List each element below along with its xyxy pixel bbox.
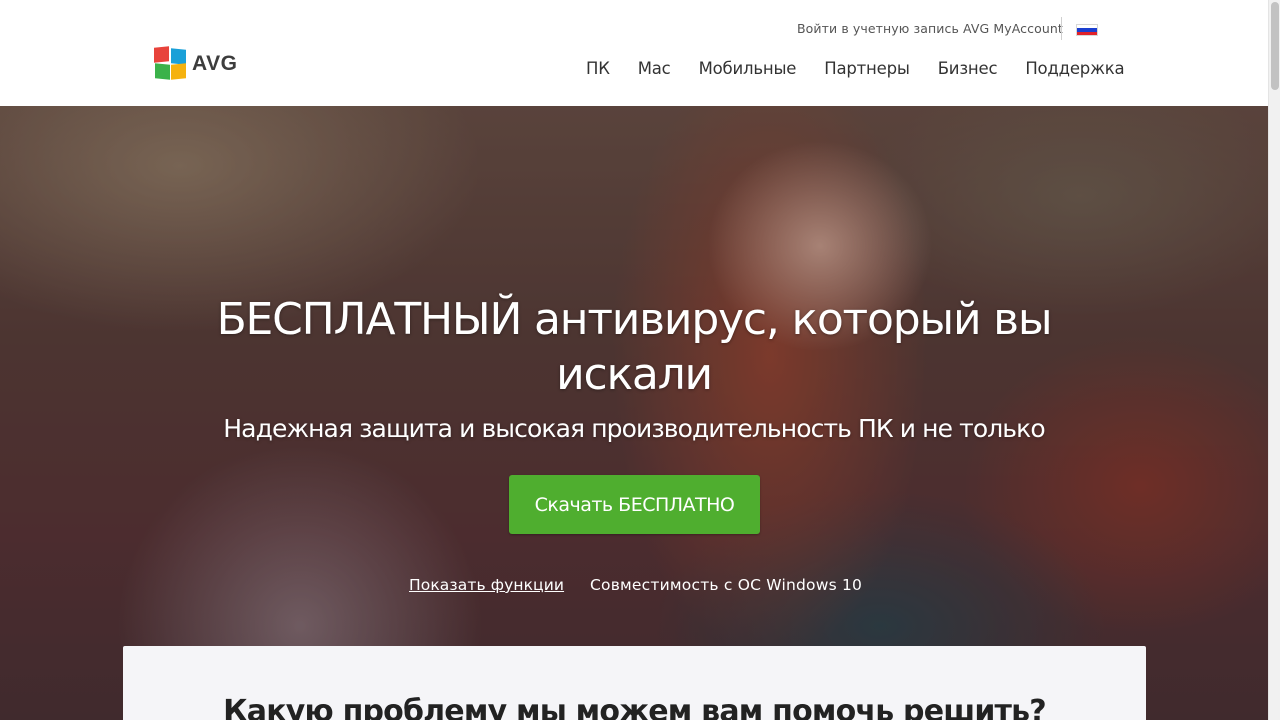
nav-item-mac[interactable]: Mac [638, 59, 671, 78]
help-card: Какую проблему мы можем вам помочь решит… [123, 646, 1146, 720]
avg-logo-icon [154, 46, 190, 81]
site-header: AVG Войти в учетную запись AVG MyAccount… [0, 0, 1268, 106]
nav-item-mobile[interactable]: Мобильные [699, 59, 797, 78]
nav-item-support[interactable]: Поддержка [1025, 59, 1124, 78]
russia-flag-icon[interactable] [1076, 24, 1098, 36]
help-card-title: Какую проблему мы можем вам помочь решит… [223, 694, 1047, 720]
show-features-link[interactable]: Показать функции [409, 576, 564, 594]
scrollbar-thumb[interactable] [1271, 2, 1279, 90]
download-free-button[interactable]: Скачать БЕСПЛАТНО [509, 475, 760, 534]
header-divider [1061, 17, 1062, 40]
logo-text: AVG [192, 52, 238, 75]
myaccount-login-link[interactable]: Войти в учетную запись AVG MyAccount [797, 21, 1063, 36]
page-scrollbar[interactable] [1268, 0, 1280, 720]
hero-section: БЕСПЛАТНЫЙ антивирус, который вы искали … [0, 106, 1268, 720]
nav-item-business[interactable]: Бизнес [938, 59, 998, 78]
hero-title: БЕСПЛАТНЫЙ антивирус, который вы искали [216, 294, 1053, 400]
hero-subtitle: Надежная защита и высокая производительн… [223, 414, 1045, 443]
avg-logo[interactable]: AVG [154, 46, 238, 81]
main-nav: ПК Mac Мобильные Партнеры Бизнес Поддерж… [586, 59, 1125, 78]
nav-item-pc[interactable]: ПК [586, 59, 610, 78]
windows-compatibility-text: Совместимость с ОС Windows 10 [590, 576, 863, 594]
nav-item-partners[interactable]: Партнеры [824, 59, 910, 78]
